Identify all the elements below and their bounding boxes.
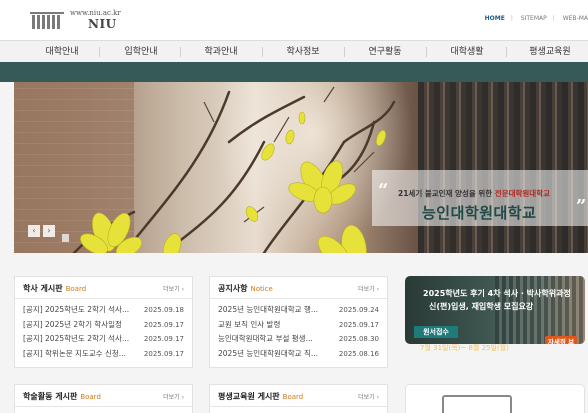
nav-item-departments[interactable]: 학과안내 [181,41,261,63]
notice-board: 공지사항 Notice 더보기 › 2025년 능인대학원대학교 행... 2025… [209,276,388,368]
nav-item-lifelong-education[interactable]: 평생교육원 [507,41,588,63]
nav-submenu-bar [0,62,588,82]
nav-item-admission[interactable]: 입학안내 [101,41,181,63]
nav-item-about[interactable]: 대학안내 [22,41,102,63]
slider-dot[interactable] [62,234,69,242]
notice-board-list: 2025년 능인대학원대학교 행... 2025.09.24 교원 보직 인사 발… [218,303,379,361]
webmail-link[interactable]: WEB-MA [563,15,588,22]
academic-board-list: [공지] 2025학년도 2학기 석사... 2025.09.18 [공지] 20… [23,303,184,361]
list-item[interactable]: 2025년 능인대학원대학교 행... 2025.09.24 [218,303,379,318]
logo-pillars-icon [30,11,66,29]
academic-board-title: 학사 게시판 Board [23,284,87,293]
activity-board: 학술활동 게시판 Board 더보기 › [14,384,193,413]
admission-banner[interactable]: 2025학년도 후기 4차 석사 · 박사학위과정 신(편)입생, 재입학생 모… [405,276,585,344]
lifelong-board-more-link[interactable]: 더보기 › [358,392,379,401]
nav-item-academic-info[interactable]: 학사정보 [263,41,343,63]
main-navigation: 대학안내 입학안내 학과안내 학사정보 연구활동 대학생활 평생교육원 [0,40,588,62]
list-item[interactable]: 능인대학원대학교 부설 평생... 2025.08.30 [218,332,379,347]
list-item[interactable]: [공지] 2025학년도 2학기 석사... 2025.09.17 [23,332,184,347]
slider-next-button[interactable]: › [43,225,55,237]
list-item[interactable]: [공지] 학위논문 지도교수 신청... 2025.09.17 [23,347,184,362]
activity-board-more-link[interactable]: 더보기 › [163,392,184,401]
open-quote-icon: “ [378,180,389,201]
banner-subheadline: 신(편)입생, 재입학생 모집요강 [429,302,534,311]
hero-subtitle: 21세기 불교인재 양성을 위한 전문대학원대학교 [398,189,550,198]
notice-board-more-link[interactable]: 더보기 › [358,284,379,293]
academic-board-more-link[interactable]: 더보기 › [163,284,184,293]
hero-subtitle-highlight: 전문대학원대학교 [494,189,550,198]
sitemap-link[interactable]: SITEMAP [521,15,547,22]
list-item[interactable]: 2025년 능인대학원대학교 직... 2025.08.16 [218,347,379,362]
notice-board-title: 공지사항 Notice [218,284,273,293]
nav-item-research[interactable]: 연구활동 [345,41,425,63]
banner-headline: 2025학년도 후기 4차 석사 · 박사학위과정 [423,289,571,298]
logo-name: NIU [88,17,117,31]
list-item[interactable]: [공지] 2025학년도 2학기 석사... 2025.09.18 [23,303,184,318]
hero-slider: “ ” 21세기 불교인재 양성을 위한 전문대학원대학교 능인대학원대학교 ‹… [14,82,588,253]
lifelong-board: 평생교육원 게시판 Board 더보기 › [209,384,388,413]
logo-url: www.niu.ac.kr [70,9,121,17]
banner-detail-button[interactable]: 자세히 보기 [545,336,577,344]
hero-magnolia-image [72,86,396,253]
activity-board-title: 학술활동 게시판 Board [23,392,101,401]
nav-item-campus-life[interactable]: 대학생활 [427,41,507,63]
close-quote-icon: ” [576,196,587,217]
banner-date: 7월 31일(목)~ 8월 25일(월) [420,344,509,352]
slider-prev-button[interactable]: ‹ [28,225,40,237]
quick-link-card[interactable] [405,384,585,413]
list-item[interactable]: [공지] 2025년 2학기 학사일정 2025.09.17 [23,318,184,333]
banner-badge: 원서접수 [414,326,458,338]
slider-pagination [62,227,71,253]
home-link[interactable]: HOME [485,15,505,22]
utility-links: HOME | SITEMAP | WEB-MA [484,15,588,22]
hero-title: 능인대학원대학교 [422,204,537,222]
site-logo[interactable]: www.niu.ac.kr NIU [30,9,122,31]
lifelong-board-title: 평생교육원 게시판 Board [218,392,304,401]
list-item[interactable]: 교원 보직 인사 발령 2025.09.17 [218,318,379,333]
academic-board: 학사 게시판 Board 더보기 › [공지] 2025학년도 2학기 석사...… [14,276,193,368]
monitor-icon [442,395,512,413]
site-header: www.niu.ac.kr NIU HOME | SITEMAP | WEB-MA [0,0,588,40]
